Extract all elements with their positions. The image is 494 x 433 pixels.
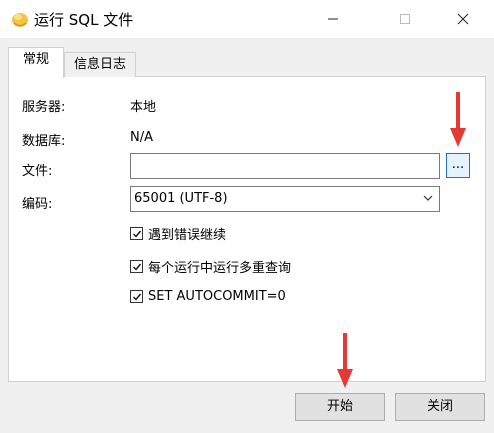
tab-info-log[interactable]: 信息日志 xyxy=(64,52,136,77)
option-multiple-queries[interactable]: 每个运行中运行多重查询 xyxy=(130,257,291,276)
chevron-down-icon xyxy=(423,195,433,201)
encoding-label: 编码: xyxy=(22,197,53,212)
tab-panel-general xyxy=(8,76,486,382)
database-value: N/A xyxy=(130,130,153,145)
autocommit-checkbox[interactable] xyxy=(130,290,143,303)
server-value: 本地 xyxy=(130,100,157,115)
annotation-arrow-start xyxy=(337,333,353,388)
maximize-icon xyxy=(400,14,410,24)
autocommit-label: SET AUTOCOMMIT=0 xyxy=(148,289,286,304)
encoding-select[interactable]: 65001 (UTF-8) xyxy=(130,186,440,212)
checkmark-icon xyxy=(132,293,141,301)
checkmark-icon xyxy=(132,263,141,271)
option-autocommit[interactable]: SET AUTOCOMMIT=0 xyxy=(130,289,286,304)
server-label: 服务器: xyxy=(22,100,66,115)
continue-on-error-checkbox[interactable] xyxy=(130,227,143,240)
encoding-value: 65001 (UTF-8) xyxy=(134,191,228,206)
tab-general[interactable]: 常规 xyxy=(8,47,64,78)
file-path-input[interactable] xyxy=(130,153,440,179)
annotation-arrow-browse xyxy=(450,92,466,147)
multiple-queries-label: 每个运行中运行多重查询 xyxy=(148,261,292,276)
continue-on-error-label: 遇到错误继续 xyxy=(148,228,227,243)
navicat-logo-icon xyxy=(12,13,28,27)
close-icon xyxy=(457,13,469,25)
maximize-button[interactable] xyxy=(382,0,428,38)
browse-file-button[interactable]: ... xyxy=(446,153,470,178)
window-title: 运行 SQL 文件 xyxy=(34,11,134,29)
minimize-icon xyxy=(328,18,338,20)
file-label: 文件: xyxy=(22,164,53,179)
close-button[interactable]: 关闭 xyxy=(395,393,485,421)
option-continue-on-error[interactable]: 遇到错误继续 xyxy=(130,224,226,243)
checkmark-icon xyxy=(132,230,141,238)
multiple-queries-checkbox[interactable] xyxy=(130,260,143,273)
start-button[interactable]: 开始 xyxy=(295,393,385,421)
minimize-button[interactable] xyxy=(310,0,356,38)
close-window-button[interactable] xyxy=(440,0,486,38)
database-label: 数据库: xyxy=(22,134,66,149)
